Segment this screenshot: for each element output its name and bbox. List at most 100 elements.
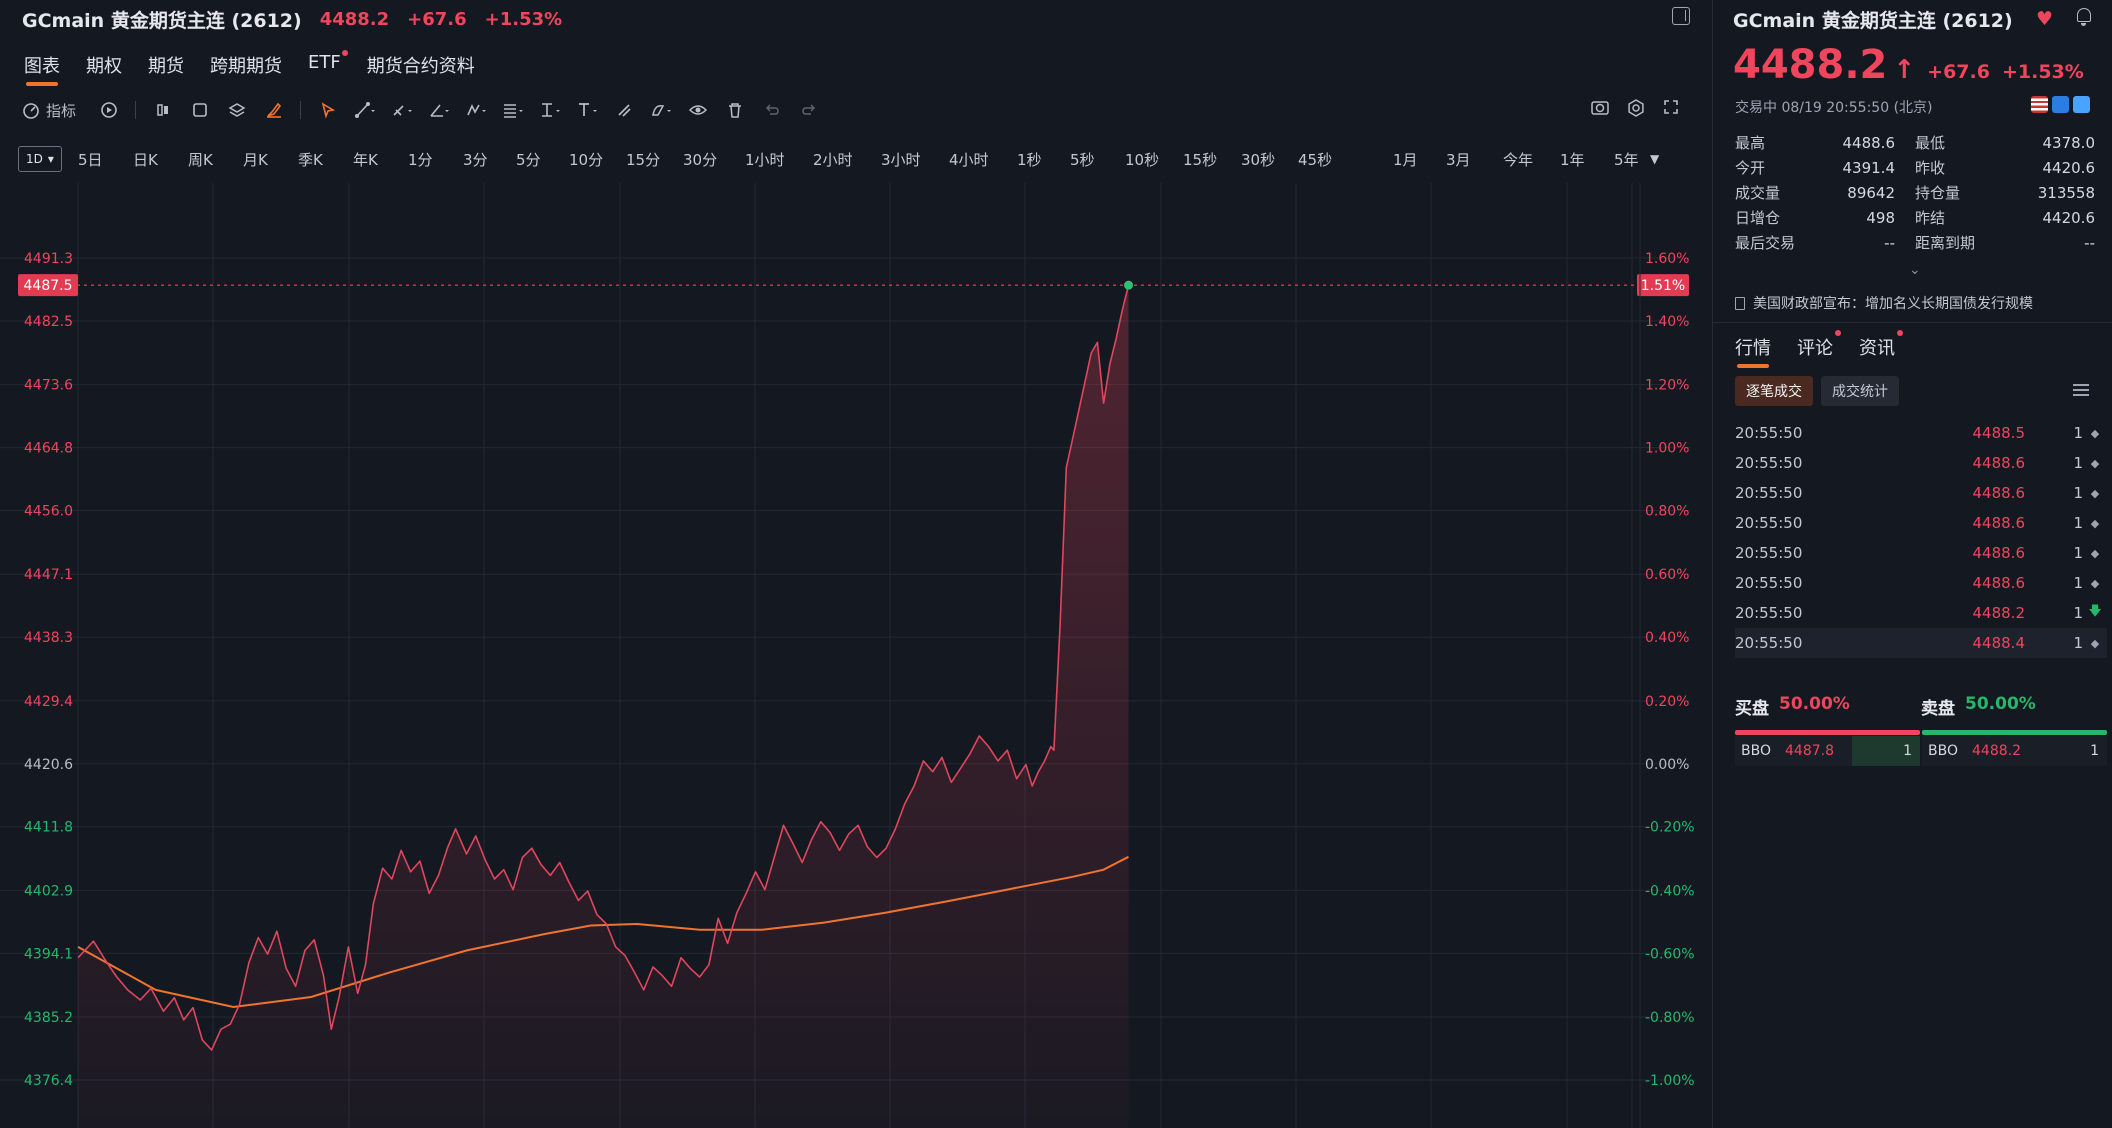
- heart-icon[interactable]: ♥: [2036, 8, 2053, 30]
- period-dropdown[interactable]: 1D ▾: [18, 146, 62, 172]
- period-option[interactable]: 15分: [626, 149, 683, 170]
- y-axis-tick-label: 4385.2: [24, 1010, 73, 1026]
- period-option[interactable]: 3分: [463, 149, 516, 170]
- bid-label: 买盘: [1735, 699, 1769, 719]
- symbol-title: GCmain 黄金期货主连 (2612): [22, 9, 302, 32]
- tab-contract-info[interactable]: 期货合约资料: [367, 52, 475, 86]
- period-option[interactable]: 5日: [78, 149, 133, 170]
- fib-icon[interactable]: [494, 98, 531, 122]
- period-option[interactable]: 30分: [683, 149, 745, 170]
- period-list: 5日 日K 周K 月K 季K 年K 1分 3分 5分 10分 15分 30分 1小时 2小时 3小时 4小时 1…: [78, 149, 1659, 170]
- period-option[interactable]: 1秒: [1017, 149, 1070, 170]
- period-option[interactable]: 5分: [516, 149, 569, 170]
- tab-comments[interactable]: 评论: [1797, 330, 1841, 368]
- brush-icon[interactable]: [255, 98, 292, 122]
- stat-value: 4488.6: [1842, 133, 1896, 152]
- pattern-icon[interactable]: [457, 98, 494, 122]
- quote-stats: 最高 4488.6 最低 4378.0 今开 4391.4 昨收 4420.6 …: [1735, 130, 2095, 255]
- list-icon[interactable]: [2073, 384, 2089, 396]
- chevron-down-icon[interactable]: ▼: [1650, 152, 1659, 166]
- period-option[interactable]: 45秒: [1298, 149, 1355, 170]
- trade-price: 4488.6: [1972, 574, 2026, 592]
- eye-icon[interactable]: [679, 98, 716, 122]
- magnet-icon[interactable]: [605, 98, 642, 122]
- period-option[interactable]: 15秒: [1183, 149, 1241, 170]
- bbo-bid-price: 4487.8: [1785, 743, 1834, 759]
- period-option[interactable]: 10秒: [1125, 149, 1183, 170]
- undo-icon[interactable]: [753, 98, 790, 122]
- indicator-button[interactable]: 指标: [22, 98, 90, 122]
- stat-label: 今开: [1735, 159, 1766, 177]
- chevron-down-icon[interactable]: ⌄: [1909, 262, 1921, 278]
- chevron-down-icon: ▾: [47, 152, 54, 166]
- bid-ratio-bar: [1735, 730, 1920, 735]
- trash-icon[interactable]: [716, 98, 753, 122]
- detail-tabs: 行情 评论 资讯: [1735, 330, 1903, 368]
- tab-etf[interactable]: ETF: [308, 50, 348, 86]
- period-option[interactable]: 季K: [298, 149, 353, 170]
- subtab-trade-stats[interactable]: 成交统计: [1821, 376, 1899, 406]
- tab-calendar-spread[interactable]: 跨期期货: [210, 52, 282, 86]
- intraday-chart[interactable]: 4491.3 1.60% 4482.5 1.40% 4473.6 1.20% 4464.8 1…: [0, 183, 1712, 1128]
- cursor-icon[interactable]: [309, 98, 346, 122]
- trade-price: 4488.4: [1972, 634, 2026, 652]
- price-change: +67.6: [1927, 61, 1990, 83]
- period-option[interactable]: 2小时: [813, 149, 881, 170]
- period-option[interactable]: 年K: [353, 149, 408, 170]
- gear-icon[interactable]: [1626, 98, 1646, 123]
- period-option[interactable]: 1年: [1560, 149, 1614, 170]
- measure-icon[interactable]: [531, 98, 568, 122]
- period-option[interactable]: 周K: [188, 149, 243, 170]
- period-option[interactable]: 5秒: [1070, 149, 1125, 170]
- period-option[interactable]: 1月: [1393, 149, 1446, 170]
- tab-market[interactable]: 行情: [1735, 334, 1771, 368]
- bbo-ask-row[interactable]: BBO 4488.2 1: [1922, 736, 2107, 766]
- tab-chart[interactable]: 图表: [24, 52, 60, 86]
- period-option[interactable]: 日K: [133, 149, 188, 170]
- trade-price: 4488.2: [1972, 604, 2026, 622]
- trendline-icon[interactable]: [346, 98, 383, 122]
- period-option[interactable]: 4小时: [949, 149, 1017, 170]
- period-option[interactable]: 1小时: [745, 149, 813, 170]
- subtab-tick-trades[interactable]: 逐笔成交: [1735, 376, 1813, 406]
- period-option[interactable]: 月K: [243, 149, 298, 170]
- angle-icon[interactable]: [420, 98, 457, 122]
- text-icon[interactable]: [568, 98, 605, 122]
- period-option[interactable]: 今年: [1503, 149, 1560, 170]
- candle-icon[interactable]: [144, 98, 181, 122]
- tab-news[interactable]: 资讯: [1859, 330, 1903, 368]
- trade-qty: 1: [2073, 484, 2083, 502]
- replay-icon[interactable]: [90, 98, 127, 122]
- period-option[interactable]: 3月: [1446, 149, 1503, 170]
- pct-axis-tick-label: -0.20%: [1645, 820, 1695, 836]
- redo-icon[interactable]: [790, 98, 827, 122]
- period-option[interactable]: 30秒: [1241, 149, 1298, 170]
- y-axis-tick-label: 4376.4: [24, 1073, 73, 1089]
- period-option[interactable]: 10分: [569, 149, 626, 170]
- bell-icon[interactable]: [2077, 8, 2091, 26]
- ask-ratio-bar: [1922, 730, 2107, 735]
- layers-icon[interactable]: [218, 98, 255, 122]
- tab-futures[interactable]: 期货: [148, 52, 184, 86]
- period-option[interactable]: 1分: [408, 149, 463, 170]
- trade-price: 4488.6: [1972, 454, 2026, 472]
- period-option[interactable]: 5年: [1614, 149, 1644, 170]
- y-axis-tick-label: 4473.6: [24, 378, 73, 394]
- news-ticker[interactable]: 美国财政部宣布：增加名义长期国债发行规模: [1735, 293, 2033, 313]
- collapse-panel-icon[interactable]: [1672, 7, 1690, 25]
- divider: [1713, 322, 2112, 323]
- bbo-bid-row[interactable]: BBO 4487.8 1: [1735, 736, 1920, 766]
- fullscreen-icon[interactable]: [1662, 98, 1680, 123]
- pen-icon[interactable]: [383, 98, 420, 122]
- camera-icon[interactable]: [1590, 98, 1610, 123]
- rect-icon[interactable]: [181, 98, 218, 122]
- stat-label: 持仓量: [1915, 184, 1961, 202]
- period-option[interactable]: 3小时: [881, 149, 949, 170]
- trade-price: 4488.6: [1972, 484, 2026, 502]
- trading-status: 交易中 08/19 20:55:50 (北京): [1735, 100, 1933, 116]
- trade-qty: 1: [2073, 544, 2083, 562]
- shape-icon[interactable]: [642, 98, 679, 122]
- diamond-icon: ◆: [2090, 516, 2100, 530]
- tab-options[interactable]: 期权: [86, 52, 122, 86]
- stat-label: 成交量: [1735, 184, 1781, 202]
